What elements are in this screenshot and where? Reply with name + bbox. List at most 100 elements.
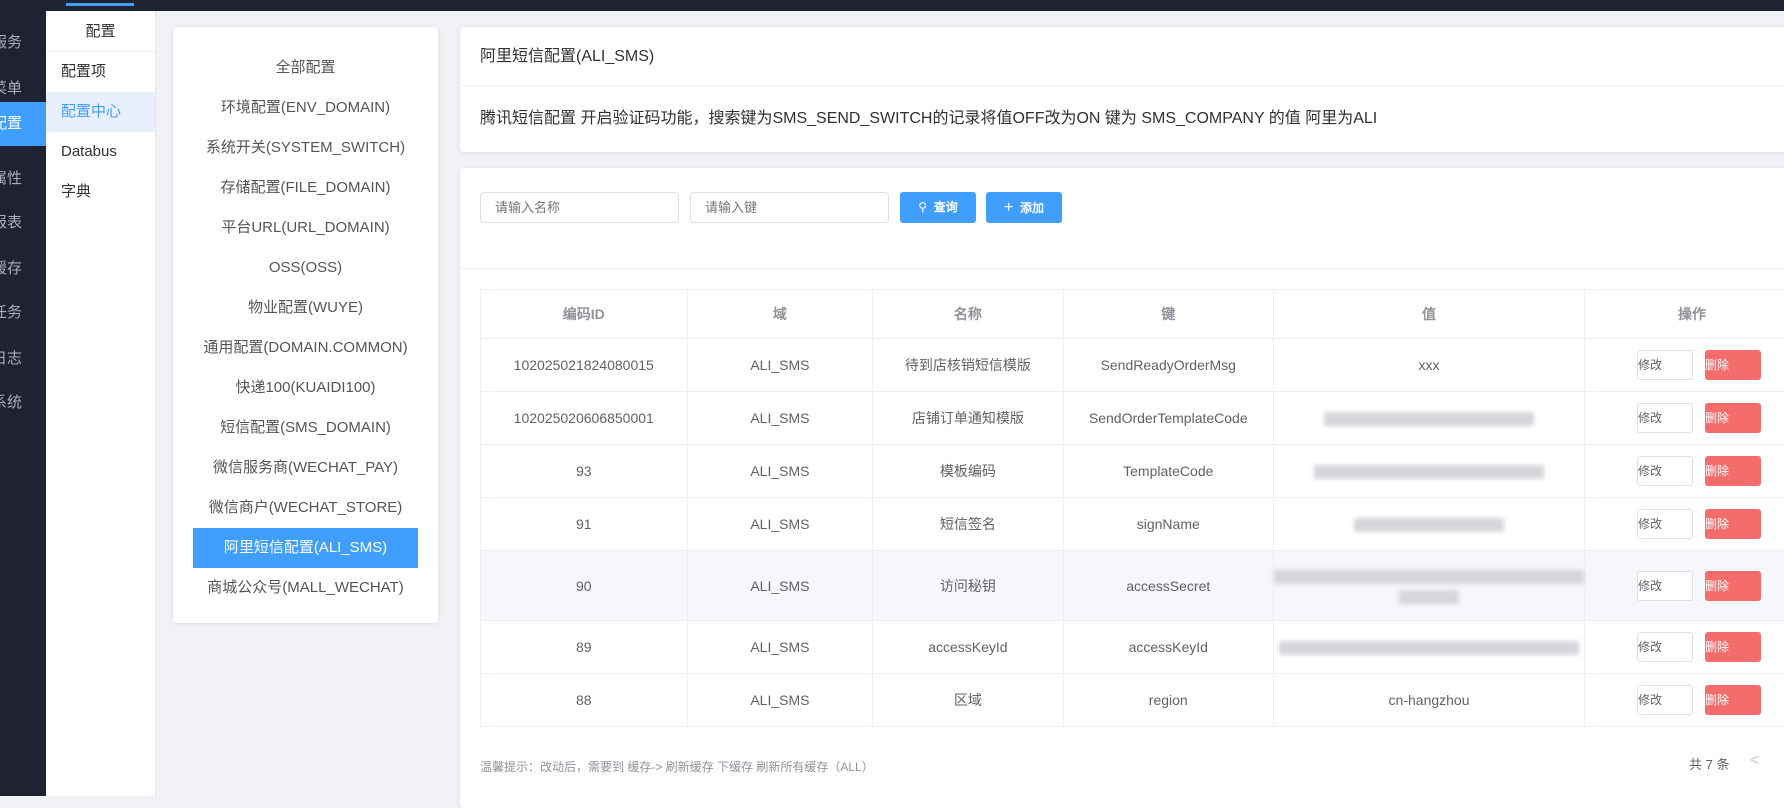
cell-actions: 修改删除 [1585,498,1784,551]
delete-button[interactable]: 删除 [1705,632,1761,662]
table-row: 89ALI_SMSaccessKeyIdaccessKeyId修改删除 [481,621,1784,674]
edit-button[interactable]: 修改 [1637,350,1693,380]
redacted-value [1324,412,1534,426]
config-domain-item[interactable]: 阿里短信配置(ALI_SMS) [193,528,418,568]
main-nav-item[interactable]: 属性 [0,157,46,201]
name-search-input[interactable] [480,192,679,223]
config-domain-item[interactable]: 商城公众号(MALL_WECHAT) [193,568,418,608]
sub-nav-item[interactable]: 配置中心 [46,92,155,132]
config-domain-list: 全部配置环境配置(ENV_DOMAIN)系统开关(SYSTEM_SWITCH)存… [173,27,438,623]
table-row: 102025020606850001ALI_SMS店铺订单通知模版SendOrd… [481,392,1784,445]
table-row: 93ALI_SMS模板编码TemplateCode修改删除 [481,445,1784,498]
cell-value [1274,498,1585,551]
edit-button[interactable]: 修改 [1637,456,1693,486]
redacted-value [1274,570,1584,584]
delete-button[interactable]: 删除 [1705,456,1761,486]
cell-value [1274,392,1585,445]
cell-domain: ALI_SMS [687,674,873,727]
key-search-input[interactable] [690,192,889,223]
cell-key: accessKeyId [1063,621,1274,674]
table-row: 91ALI_SMS短信签名signName修改删除 [481,498,1784,551]
add-button[interactable]: + 添加 [986,192,1062,223]
cell-value [1274,621,1585,674]
cell-domain: ALI_SMS [687,339,873,392]
refresh-cache-tip: 温馨提示：改动后，需要到 缓存-> 刷新缓存 下缓存 刷新所有缓存（ALL） [480,758,874,775]
edit-button[interactable]: 修改 [1637,403,1693,433]
config-domain-item[interactable]: 系统开关(SYSTEM_SWITCH) [193,128,418,168]
total-count: 共 7 条 [1689,754,1729,773]
edit-button[interactable]: 修改 [1637,571,1693,601]
cell-actions: 修改删除 [1585,674,1784,727]
redacted-value [1314,465,1544,479]
delete-button[interactable]: 删除 [1705,571,1761,601]
cell-key: SendOrderTemplateCode [1063,392,1274,445]
cell-key: accessSecret [1063,551,1274,621]
cell-name: 短信签名 [873,498,1063,551]
config-domain-item[interactable]: 环境配置(ENV_DOMAIN) [193,88,418,128]
cell-id: 90 [481,551,688,621]
main-nav-item[interactable]: 服务 [0,21,46,65]
cell-name: 模板编码 [873,445,1063,498]
cell-domain: ALI_SMS [687,498,873,551]
config-domain-item[interactable]: 微信服务商(WECHAT_PAY) [193,448,418,488]
main-nav-item[interactable]: 缓存 [0,247,46,291]
sub-nav-item[interactable]: 字典 [46,172,155,212]
cell-key: region [1063,674,1274,727]
redacted-value [1354,518,1504,532]
config-domain-item[interactable]: 通用配置(DOMAIN.COMMON) [193,328,418,368]
cell-name: 店铺订单通知模版 [873,392,1063,445]
top-bar [0,0,1784,11]
page-title: 阿里短信配置(ALI_SMS) [460,27,1784,86]
config-domain-item[interactable]: 存储配置(FILE_DOMAIN) [193,168,418,208]
sub-sidebar-title: 配置 [46,11,155,52]
table-row: 102025021824080015ALI_SMS待到店核销短信模版SendRe… [481,339,1784,392]
cell-value [1274,551,1585,621]
config-domain-item[interactable]: 短信配置(SMS_DOMAIN) [193,408,418,448]
table-row: 88ALI_SMS区域regioncn-hangzhou修改删除 [481,674,1784,727]
cell-name: 访问秘钥 [873,551,1063,621]
config-domain-item[interactable]: 平台URL(URL_DOMAIN) [193,208,418,248]
search-icon: ⚲ [918,200,927,214]
cell-name: 区域 [873,674,1063,727]
config-domain-item[interactable]: 快递100(KUAIDI100) [193,368,418,408]
delete-button[interactable]: 删除 [1705,350,1761,380]
redacted-value [1399,590,1459,604]
cell-actions: 修改删除 [1585,445,1784,498]
cell-value [1274,445,1585,498]
prev-page-button[interactable]: < [1750,752,1759,770]
cell-domain: ALI_SMS [687,551,873,621]
cell-name: accessKeyId [873,621,1063,674]
edit-button[interactable]: 修改 [1637,685,1693,715]
cell-value: xxx [1274,339,1585,392]
edit-button[interactable]: 修改 [1637,632,1693,662]
main-nav-item[interactable]: 报表 [0,201,46,245]
main-nav-item[interactable]: 日志 [0,337,46,381]
config-domain-item[interactable]: 全部配置 [193,48,418,88]
cell-name: 待到店核销短信模版 [873,339,1063,392]
config-table: 编码ID域名称键值操作 102025021824080015ALI_SMS待到店… [480,289,1784,727]
column-header: 操作 [1585,290,1784,339]
main-nav-item[interactable]: 配置 [0,102,46,146]
main-nav-item[interactable]: 任务 [0,291,46,335]
config-domain-item[interactable]: 物业配置(WUYE) [193,288,418,328]
main-sidebar: 服务菜单配置属性报表缓存任务日志系统 [0,11,46,796]
divider [460,268,1784,269]
delete-button[interactable]: 删除 [1705,403,1761,433]
cell-actions: 修改删除 [1585,621,1784,674]
config-domain-item[interactable]: OSS(OSS) [193,248,418,288]
cell-domain: ALI_SMS [687,445,873,498]
cell-key: TemplateCode [1063,445,1274,498]
main-nav-item[interactable]: 系统 [0,381,46,425]
delete-button[interactable]: 删除 [1705,685,1761,715]
sub-nav-item[interactable]: 配置项 [46,52,155,92]
cell-id: 102025021824080015 [481,339,688,392]
delete-button[interactable]: 删除 [1705,509,1761,539]
config-domain-item[interactable]: 微信商户(WECHAT_STORE) [193,488,418,528]
column-header: 值 [1274,290,1585,339]
query-button[interactable]: ⚲ 查询 [900,192,976,223]
cell-id: 102025020606850001 [481,392,688,445]
sub-sidebar: 配置 配置项配置中心Databus字典 [46,11,156,796]
cell-actions: 修改删除 [1585,339,1784,392]
sub-nav-item[interactable]: Databus [46,132,155,172]
edit-button[interactable]: 修改 [1637,509,1693,539]
